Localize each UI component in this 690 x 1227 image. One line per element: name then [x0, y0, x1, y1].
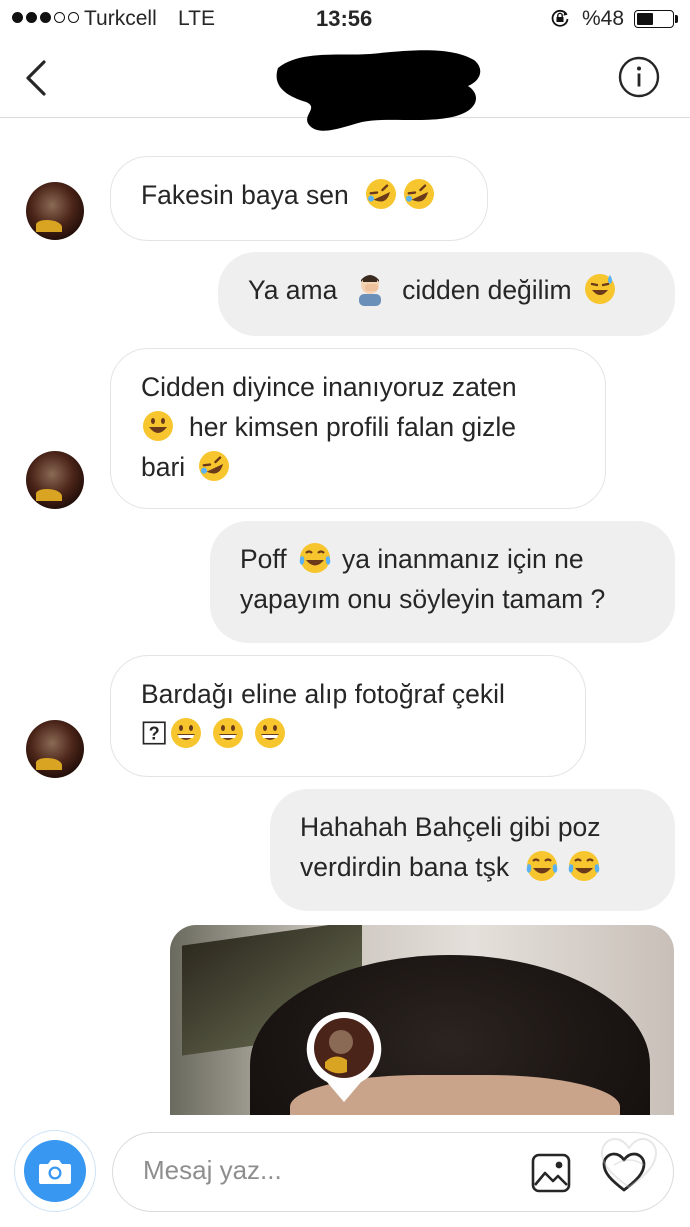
photo-message[interactable]	[170, 925, 674, 1115]
battery-tip	[675, 15, 678, 23]
gallery-icon[interactable]	[531, 1153, 571, 1193]
battery-percentage: %48	[582, 7, 625, 30]
status-time: 13:56	[316, 6, 373, 31]
camera-icon	[39, 1160, 71, 1184]
contact-avatar[interactable]	[26, 451, 84, 509]
question-box-emoji-icon: ?	[142, 721, 166, 745]
status-bar: Turkcell LTE 13:56 %48	[0, 0, 690, 38]
joy-emoji-icon	[299, 543, 331, 573]
svg-text:?: ?	[149, 724, 160, 744]
info-icon[interactable]	[618, 56, 660, 98]
rofl-emoji-icon	[404, 179, 435, 209]
message-text: Ya ama	[248, 275, 338, 305]
message-text: Fakesin baya sen	[141, 180, 349, 210]
joy-emoji-icon	[526, 851, 557, 881]
contact-avatar[interactable]	[26, 182, 84, 240]
message-text: Poff	[240, 544, 287, 574]
rofl-emoji-icon	[198, 451, 229, 481]
message-text: yapayım onu söyleyin tamam ?	[240, 584, 606, 614]
message-bubble-outgoing: Hahahah Bahçeli gibi poz verdirdin bana …	[270, 789, 675, 911]
message-input-container	[112, 1132, 674, 1212]
message-text: Hahahah Bahçeli gibi poz	[300, 812, 601, 842]
message-text: her kimsen profili falan gizle	[189, 412, 516, 442]
message-text: Bardağı eline alıp fotoğraf çekil	[141, 679, 505, 709]
seen-avatar-pin-icon	[306, 1011, 382, 1102]
message-text: cidden değilim	[402, 275, 572, 305]
message-text: bari	[141, 452, 186, 482]
joy-emoji-icon	[568, 851, 599, 881]
message-bubble-outgoing: Ya ama cidden değilim	[218, 252, 675, 336]
signal-strength-icon	[12, 12, 79, 23]
conversation-header	[0, 38, 690, 131]
message-text: Cidden diyince inanıyoruz zaten	[141, 372, 517, 402]
grin-emoji-icon	[255, 718, 285, 748]
message-bubble-incoming: Fakesin baya sen	[110, 156, 488, 241]
rofl-emoji-icon	[366, 179, 397, 209]
battery-icon	[634, 10, 674, 28]
message-bubble-incoming: Bardağı eline alıp fotoğraf çekil ?	[110, 655, 586, 777]
message-text: ya inanmanız için ne	[342, 544, 584, 574]
grin-emoji-icon	[213, 718, 243, 748]
message-bubble-incoming: Cidden diyince inanıyoruz zaten her kims…	[110, 348, 606, 509]
network-type: LTE	[178, 7, 215, 30]
grin-emoji-icon	[171, 718, 201, 748]
camera-button[interactable]	[14, 1130, 96, 1212]
smiley-emoji-icon	[143, 411, 173, 441]
sweat-smile-emoji-icon	[584, 274, 615, 304]
rotation-lock-icon	[551, 9, 569, 27]
facepalm-man-emoji-icon	[358, 275, 381, 306]
censored-title	[276, 50, 481, 131]
message-input[interactable]	[143, 1155, 503, 1186]
carrier-name: Turkcell	[84, 7, 157, 30]
watermark-logo-icon	[600, 1137, 658, 1189]
message-composer	[0, 1115, 690, 1227]
message-text: verdirdin bana tşk	[300, 852, 510, 882]
message-bubble-outgoing: Poff ya inanmanız için ne yapayım onu sö…	[210, 521, 675, 643]
contact-avatar[interactable]	[26, 720, 84, 778]
chevron-left-icon[interactable]	[20, 56, 52, 100]
